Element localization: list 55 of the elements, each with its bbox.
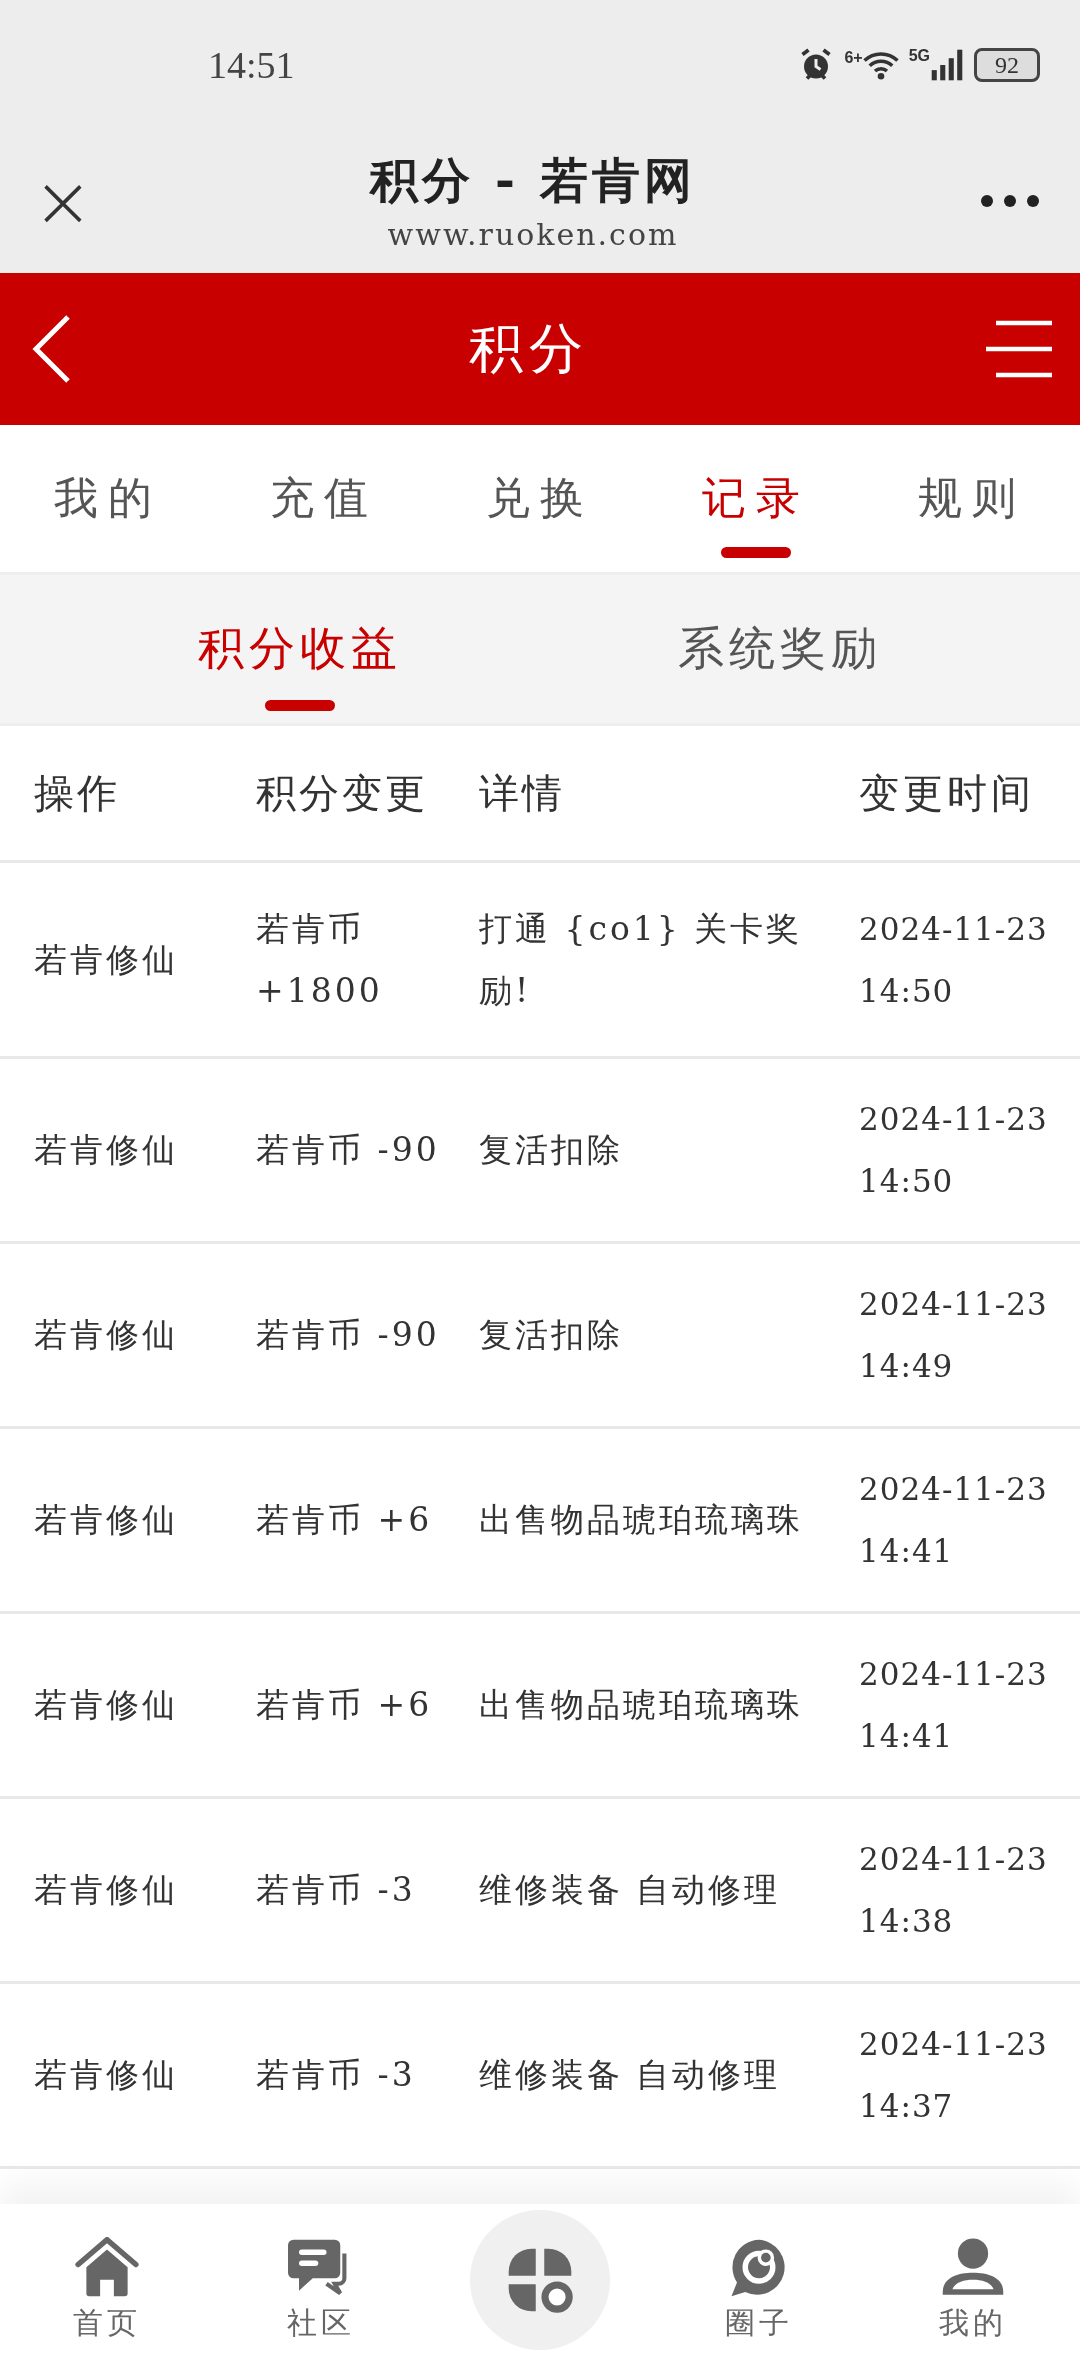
- tab[interactable]: 记录: [648, 425, 864, 572]
- tab[interactable]: 充值: [216, 425, 432, 572]
- column-header: 详情: [479, 769, 566, 818]
- signal-icon: [930, 48, 964, 82]
- table-cell-text: 2024-11-23 14:41: [859, 1470, 1049, 1571]
- more-icon: [980, 193, 1040, 208]
- table-cell-text: 若肯修仙: [34, 1314, 179, 1356]
- table-cell-text: 若肯币 -90: [256, 1314, 441, 1356]
- table-cell-text: 2024-11-23 14:50: [859, 1100, 1049, 1201]
- status-time: 14:51: [208, 43, 295, 87]
- table-cell-text: 若肯币 -3: [256, 2054, 417, 2096]
- tab[interactable]: 兑换: [432, 425, 648, 572]
- close-button[interactable]: ×: [30, 167, 96, 234]
- table-cell-text: 出售物品琥珀琉璃珠: [479, 1499, 804, 1541]
- table-cell-text: 若肯修仙: [34, 2054, 179, 2096]
- table-cell-text: 维修装备 自动修理: [479, 1869, 782, 1911]
- column-header: 变更时间: [859, 769, 1036, 818]
- battery-level: 92: [995, 51, 1019, 79]
- subtab[interactable]: 积分收益: [60, 575, 540, 723]
- table-cell-text: 2024-11-23 14:41: [859, 1655, 1049, 1756]
- table-cell-text: 2024-11-23 14:50: [859, 909, 1049, 1011]
- network-label: 5G: [908, 48, 930, 64]
- table-cell-text: 若肯币 +6: [256, 1684, 434, 1726]
- table-cell-text: 2024-11-23 14:38: [859, 1840, 1049, 1941]
- column-header: 积分变更: [256, 769, 429, 818]
- nav-item[interactable]: 社区: [231, 2236, 411, 2344]
- table-cell-text: 若肯币 +6: [256, 1499, 434, 1541]
- nav-item[interactable]: 圈子: [669, 2236, 849, 2344]
- table-cell-text: 打通 {co1} 关卡奖励!: [479, 907, 804, 1012]
- wifi-icon: [862, 50, 899, 80]
- table-cell-text: 若肯币 -3: [256, 1869, 417, 1911]
- table-cell-text: 若肯修仙: [34, 1684, 179, 1726]
- table-cell-text: 若肯修仙: [34, 1129, 179, 1171]
- table-cell-text: 复活扣除: [479, 1129, 624, 1171]
- subtab[interactable]: 系统奖励: [540, 575, 1020, 723]
- tab[interactable]: 规则: [864, 425, 1080, 572]
- page-title: 积分 - 若肯网: [370, 151, 696, 210]
- table-cell-text: 2024-11-23 14:49: [859, 1285, 1049, 1386]
- menu-icon[interactable]: [984, 319, 1054, 379]
- page-url: www.ruoken.com: [387, 217, 679, 252]
- table-cell-text: 若肯修仙: [34, 938, 179, 981]
- header-title: 积分: [469, 315, 589, 382]
- column-header: 操作: [34, 769, 121, 818]
- nav-item[interactable]: 我的: [883, 2236, 1063, 2344]
- table-cell-text: 复活扣除: [479, 1314, 624, 1356]
- table-cell-text: 维修装备 自动修理: [479, 2054, 782, 2096]
- table-cell-text: 若肯修仙: [34, 1499, 179, 1541]
- table-cell-text: 若肯币 -90: [256, 1129, 441, 1171]
- table-cell-text: 若肯修仙: [34, 1869, 179, 1911]
- table-cell-text: 2024-11-23 14:37: [859, 2025, 1049, 2126]
- tab[interactable]: 我的: [0, 425, 216, 572]
- table-cell-text: 出售物品琥珀琉璃珠: [479, 1684, 804, 1726]
- wifi-label: 6+: [844, 50, 863, 66]
- nav-item[interactable]: 首页: [17, 2236, 197, 2344]
- table-cell-text: 若肯币 +1800: [256, 907, 384, 1012]
